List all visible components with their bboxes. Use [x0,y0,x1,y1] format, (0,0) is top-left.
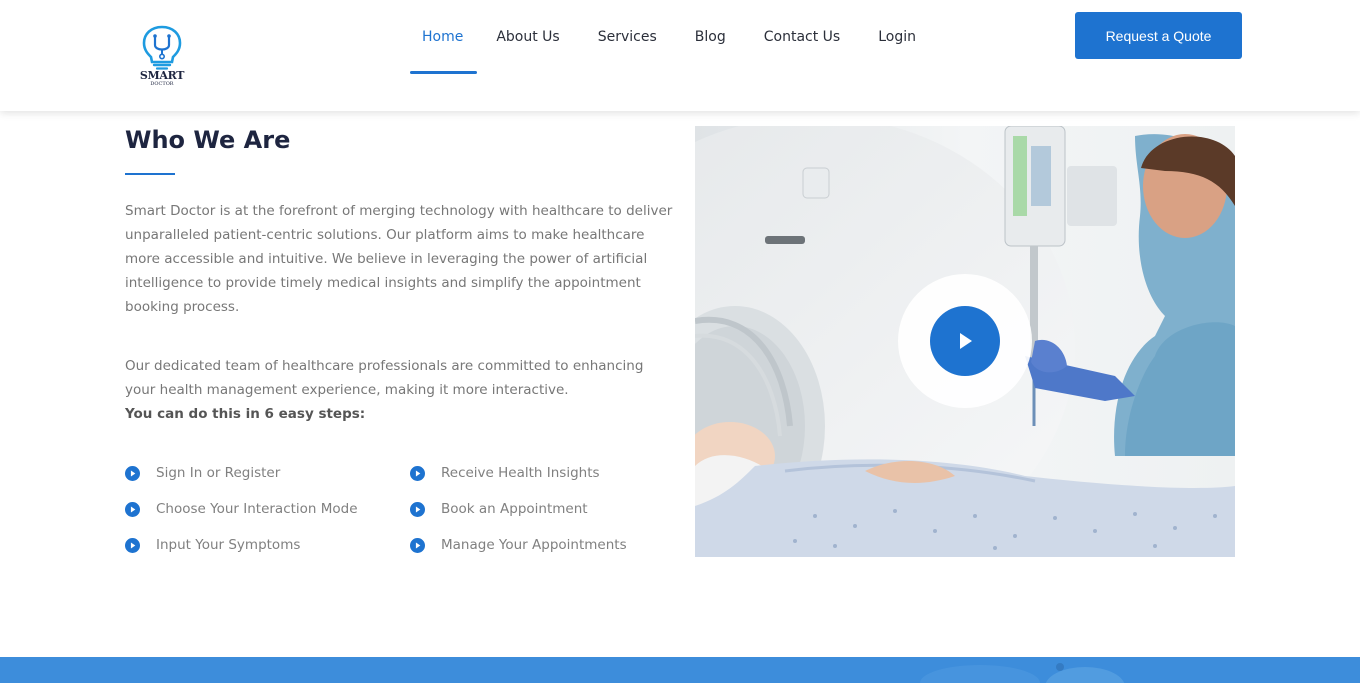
play-circle-icon [410,537,425,553]
list-item: Book an Appointment [410,497,588,521]
play-circle-icon [410,501,425,517]
intro-paragraph: Smart Doctor is at the forefront of merg… [125,203,673,315]
nav-login[interactable]: Login [859,0,935,74]
video-play-button[interactable] [898,274,1032,408]
nav-services[interactable]: Services [579,0,676,74]
list-item: Sign In or Register [125,461,280,485]
play-button-circle [930,306,1000,376]
list-item: Receive Health Insights [410,461,600,485]
lightbulb-stethoscope-icon [142,25,182,70]
play-circle-icon [125,537,140,553]
step-label: Manage Your Appointments [441,537,627,553]
next-section-banner [0,657,1360,683]
steps-intro: You can do this in 6 easy steps: [125,406,366,422]
play-circle-icon [125,501,140,517]
nav-about-us[interactable]: About Us [477,0,578,74]
title-underline [125,173,175,175]
site-header: SMART DOCTOR Home About Us Services Blog… [0,0,1360,111]
step-label: Input Your Symptoms [156,537,301,553]
play-circle-icon [125,465,140,481]
list-item: Input Your Symptoms [125,533,300,557]
nav-contact-us[interactable]: Contact Us [745,0,859,74]
banner-background-illustration [920,663,1125,683]
nav-blog[interactable]: Blog [676,0,745,74]
list-item: Manage Your Appointments [410,533,627,557]
main-nav: Home About Us Services Blog Contact Us L… [410,0,935,74]
section-title: Who We Are [125,126,291,154]
step-label: Book an Appointment [441,501,588,517]
nav-home[interactable]: Home [410,0,478,74]
team-paragraph: Our dedicated team of healthcare profess… [125,354,673,426]
video-thumbnail[interactable] [695,126,1235,557]
logo-wordmark: SMART [139,69,185,82]
play-icon [960,333,972,349]
logo-subtitle: DOCTOR [150,81,174,87]
request-quote-button[interactable]: Request a Quote [1075,12,1242,59]
step-label: Sign In or Register [156,465,281,481]
site-logo[interactable]: SMART DOCTOR [138,24,186,92]
team-paragraph-text: Our dedicated team of healthcare profess… [125,358,644,398]
step-label: Choose Your Interaction Mode [156,501,358,517]
step-label: Receive Health Insights [441,465,600,481]
play-circle-icon [410,465,425,481]
list-item: Choose Your Interaction Mode [125,497,358,521]
